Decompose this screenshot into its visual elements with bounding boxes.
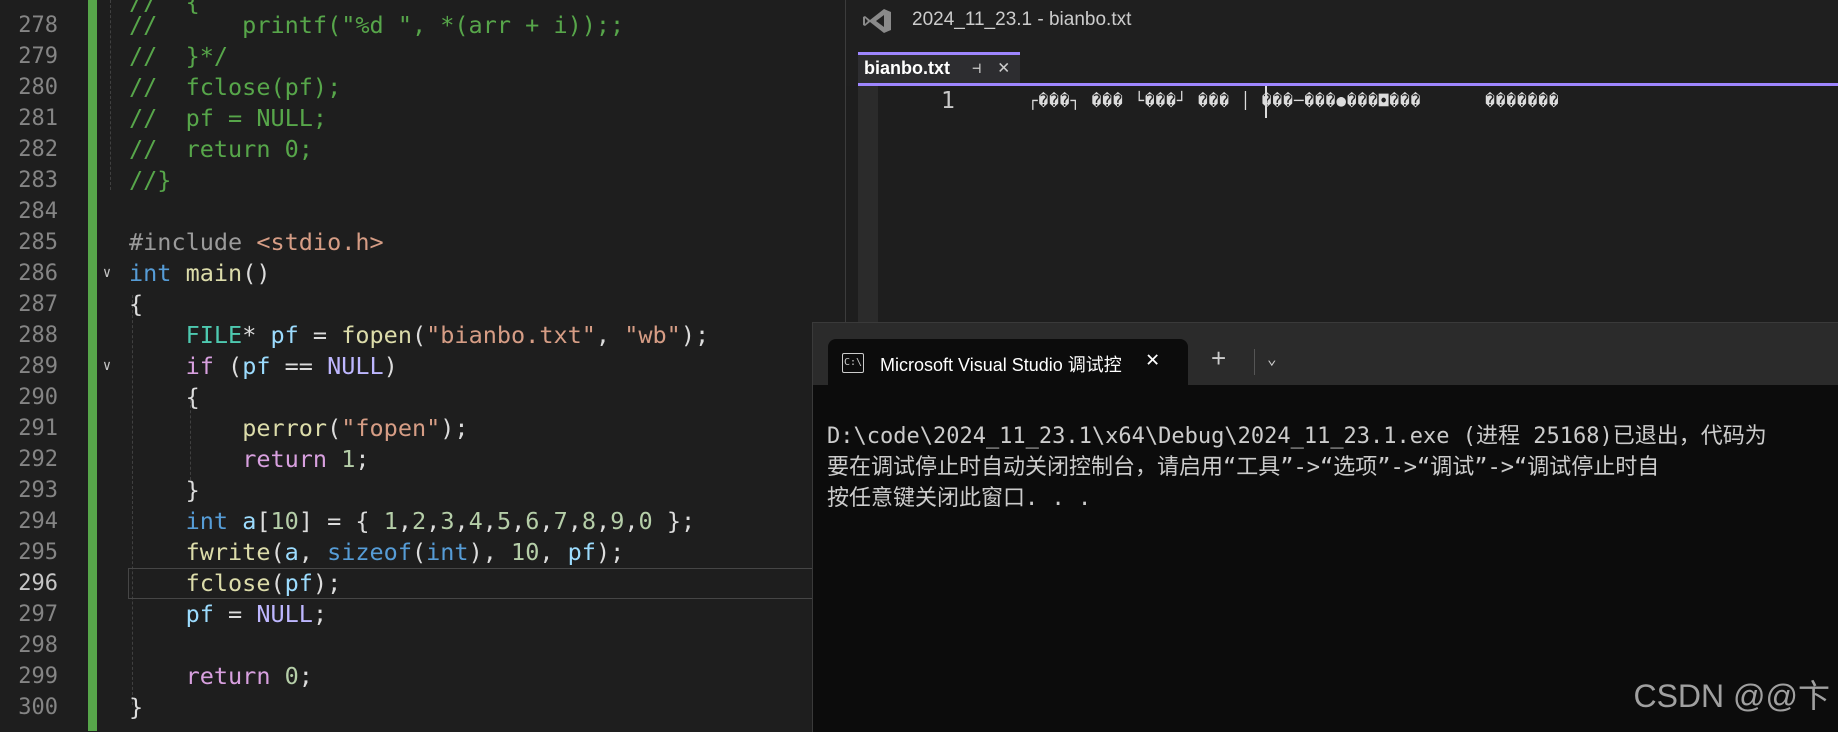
- line-number: 293: [18, 478, 58, 503]
- line-number: 283: [18, 168, 58, 193]
- tab-label: bianbo.txt: [864, 58, 950, 78]
- line-number: 284: [18, 199, 58, 224]
- text-file-window: 2024_11_23.1 - bianbo.txt bianbo.txt ⊣ ✕…: [845, 0, 1838, 325]
- visual-studio-logo-icon: [863, 9, 891, 33]
- code-line-291: 291 perror("fopen");: [0, 413, 850, 444]
- console-output: D:\code\2024_11_23.1\x64\Debug\2024_11_2…: [827, 421, 1767, 514]
- close-icon[interactable]: ✕: [998, 56, 1009, 78]
- code-line-283: 283 //}: [0, 165, 850, 196]
- chevron-down-icon[interactable]: ⌄: [1267, 349, 1277, 368]
- code-line-294: 294 int a[10] = { 1,2,3,4,5,6,7,8,9,0 };: [0, 506, 850, 537]
- code-line-290: 290 {: [0, 382, 850, 413]
- line-number: 282: [18, 137, 58, 162]
- csdn-watermark: CSDN @@卞: [1633, 678, 1830, 714]
- code-line-288: 288 FILE* pf = fopen("bianbo.txt", "wb")…: [0, 320, 850, 351]
- console-icon: C:\: [842, 353, 864, 373]
- console-line: D:\code\2024_11_23.1\x64\Debug\2024_11_2…: [827, 424, 1767, 449]
- line-number: 298: [18, 633, 58, 658]
- line-number: 287: [18, 292, 58, 317]
- document-tab-bianbo[interactable]: bianbo.txt ⊣ ✕: [858, 52, 1020, 86]
- code-editor[interactable]: // { 278 // printf("%d ", *(arr + i));; …: [0, 0, 850, 731]
- code-line-282: 282 // return 0;: [0, 134, 850, 165]
- code-line-296: 296 fclose(pf);: [0, 568, 850, 599]
- fold-chevron-icon[interactable]: ∨: [98, 258, 116, 289]
- indicator-margin: [858, 86, 878, 325]
- line-number: 292: [18, 447, 58, 472]
- document-tab-strip: bianbo.txt ⊣ ✕: [846, 42, 1838, 86]
- line-number: 300: [18, 695, 58, 720]
- line-number: 286: [18, 261, 58, 286]
- line-number: 281: [18, 106, 58, 131]
- code-line-280: 280 // fclose(pf);: [0, 72, 850, 103]
- code-line-293: 293 }: [0, 475, 850, 506]
- line-number: 279: [18, 44, 58, 69]
- window-title-bar[interactable]: 2024_11_23.1 - bianbo.txt: [846, 0, 1838, 42]
- console-tab-bar[interactable]: C:\ Microsoft Visual Studio 调试控 ✕ + ⌄: [813, 323, 1838, 385]
- pin-icon[interactable]: ⊣: [972, 59, 981, 77]
- code-line-285: 285 #include <stdio.h>: [0, 227, 850, 258]
- close-icon[interactable]: ✕: [1146, 347, 1159, 372]
- garbled-binary-text: ┌���┐ ��� └���┘ ��� │ ���─���●���◘��� ��…: [1028, 91, 1560, 110]
- line-number: 297: [18, 602, 58, 627]
- line-number: 289: [18, 354, 58, 379]
- line-number: 299: [18, 664, 58, 689]
- code-line-295: 295 fwrite(a, sizeof(int), 10, pf);: [0, 537, 850, 568]
- line-number: 295: [18, 540, 58, 565]
- code-line-297: 297 pf = NULL;: [0, 599, 850, 630]
- line-number: 278: [18, 13, 58, 38]
- code-line-298: 298: [0, 630, 850, 661]
- console-line: 要在调试停止时自动关闭控制台，请启用“工具”->“选项”->“调试”->“调试停…: [827, 455, 1660, 480]
- code-line-279: 279 // }*/: [0, 41, 850, 72]
- code-line-299: 299 return 0;: [0, 661, 850, 692]
- window-title: 2024_11_23.1 - bianbo.txt: [912, 9, 1132, 30]
- code-line-300: 300 }: [0, 692, 850, 723]
- line-number: 290: [18, 385, 58, 410]
- code-line-292: 292 return 1;: [0, 444, 850, 475]
- divider: [1254, 349, 1255, 375]
- console-tab-title: Microsoft Visual Studio 调试控: [880, 355, 1122, 375]
- console-line: 按任意键关闭此窗口. . .: [827, 486, 1092, 511]
- line-number: 1: [941, 88, 955, 114]
- code-line-287: 287 {: [0, 289, 850, 320]
- text-editor-area[interactable]: 1 ┌���┐ ��� └���┘ ��� │ ���─���●���◘��� …: [846, 86, 1838, 325]
- line-number: 280: [18, 75, 58, 100]
- fold-chevron-icon[interactable]: ∨: [98, 351, 116, 382]
- line-number: 288: [18, 323, 58, 348]
- console-tab[interactable]: C:\ Microsoft Visual Studio 调试控 ✕: [828, 339, 1188, 385]
- text-caret: [1265, 86, 1267, 118]
- code-line-289: 289 ∨ if (pf == NULL): [0, 351, 850, 382]
- line-number-current: 296: [18, 571, 58, 596]
- code-line-278: 278 // printf("%d ", *(arr + i));;: [0, 10, 850, 41]
- code-line-281: 281 // pf = NULL;: [0, 103, 850, 134]
- line-number: 285: [18, 230, 58, 255]
- line-number: 291: [18, 416, 58, 441]
- line-number: 294: [18, 509, 58, 534]
- code-line-284: 284: [0, 196, 850, 227]
- new-tab-plus-icon[interactable]: +: [1211, 343, 1226, 374]
- code-line-286: 286 ∨ int main(): [0, 258, 850, 289]
